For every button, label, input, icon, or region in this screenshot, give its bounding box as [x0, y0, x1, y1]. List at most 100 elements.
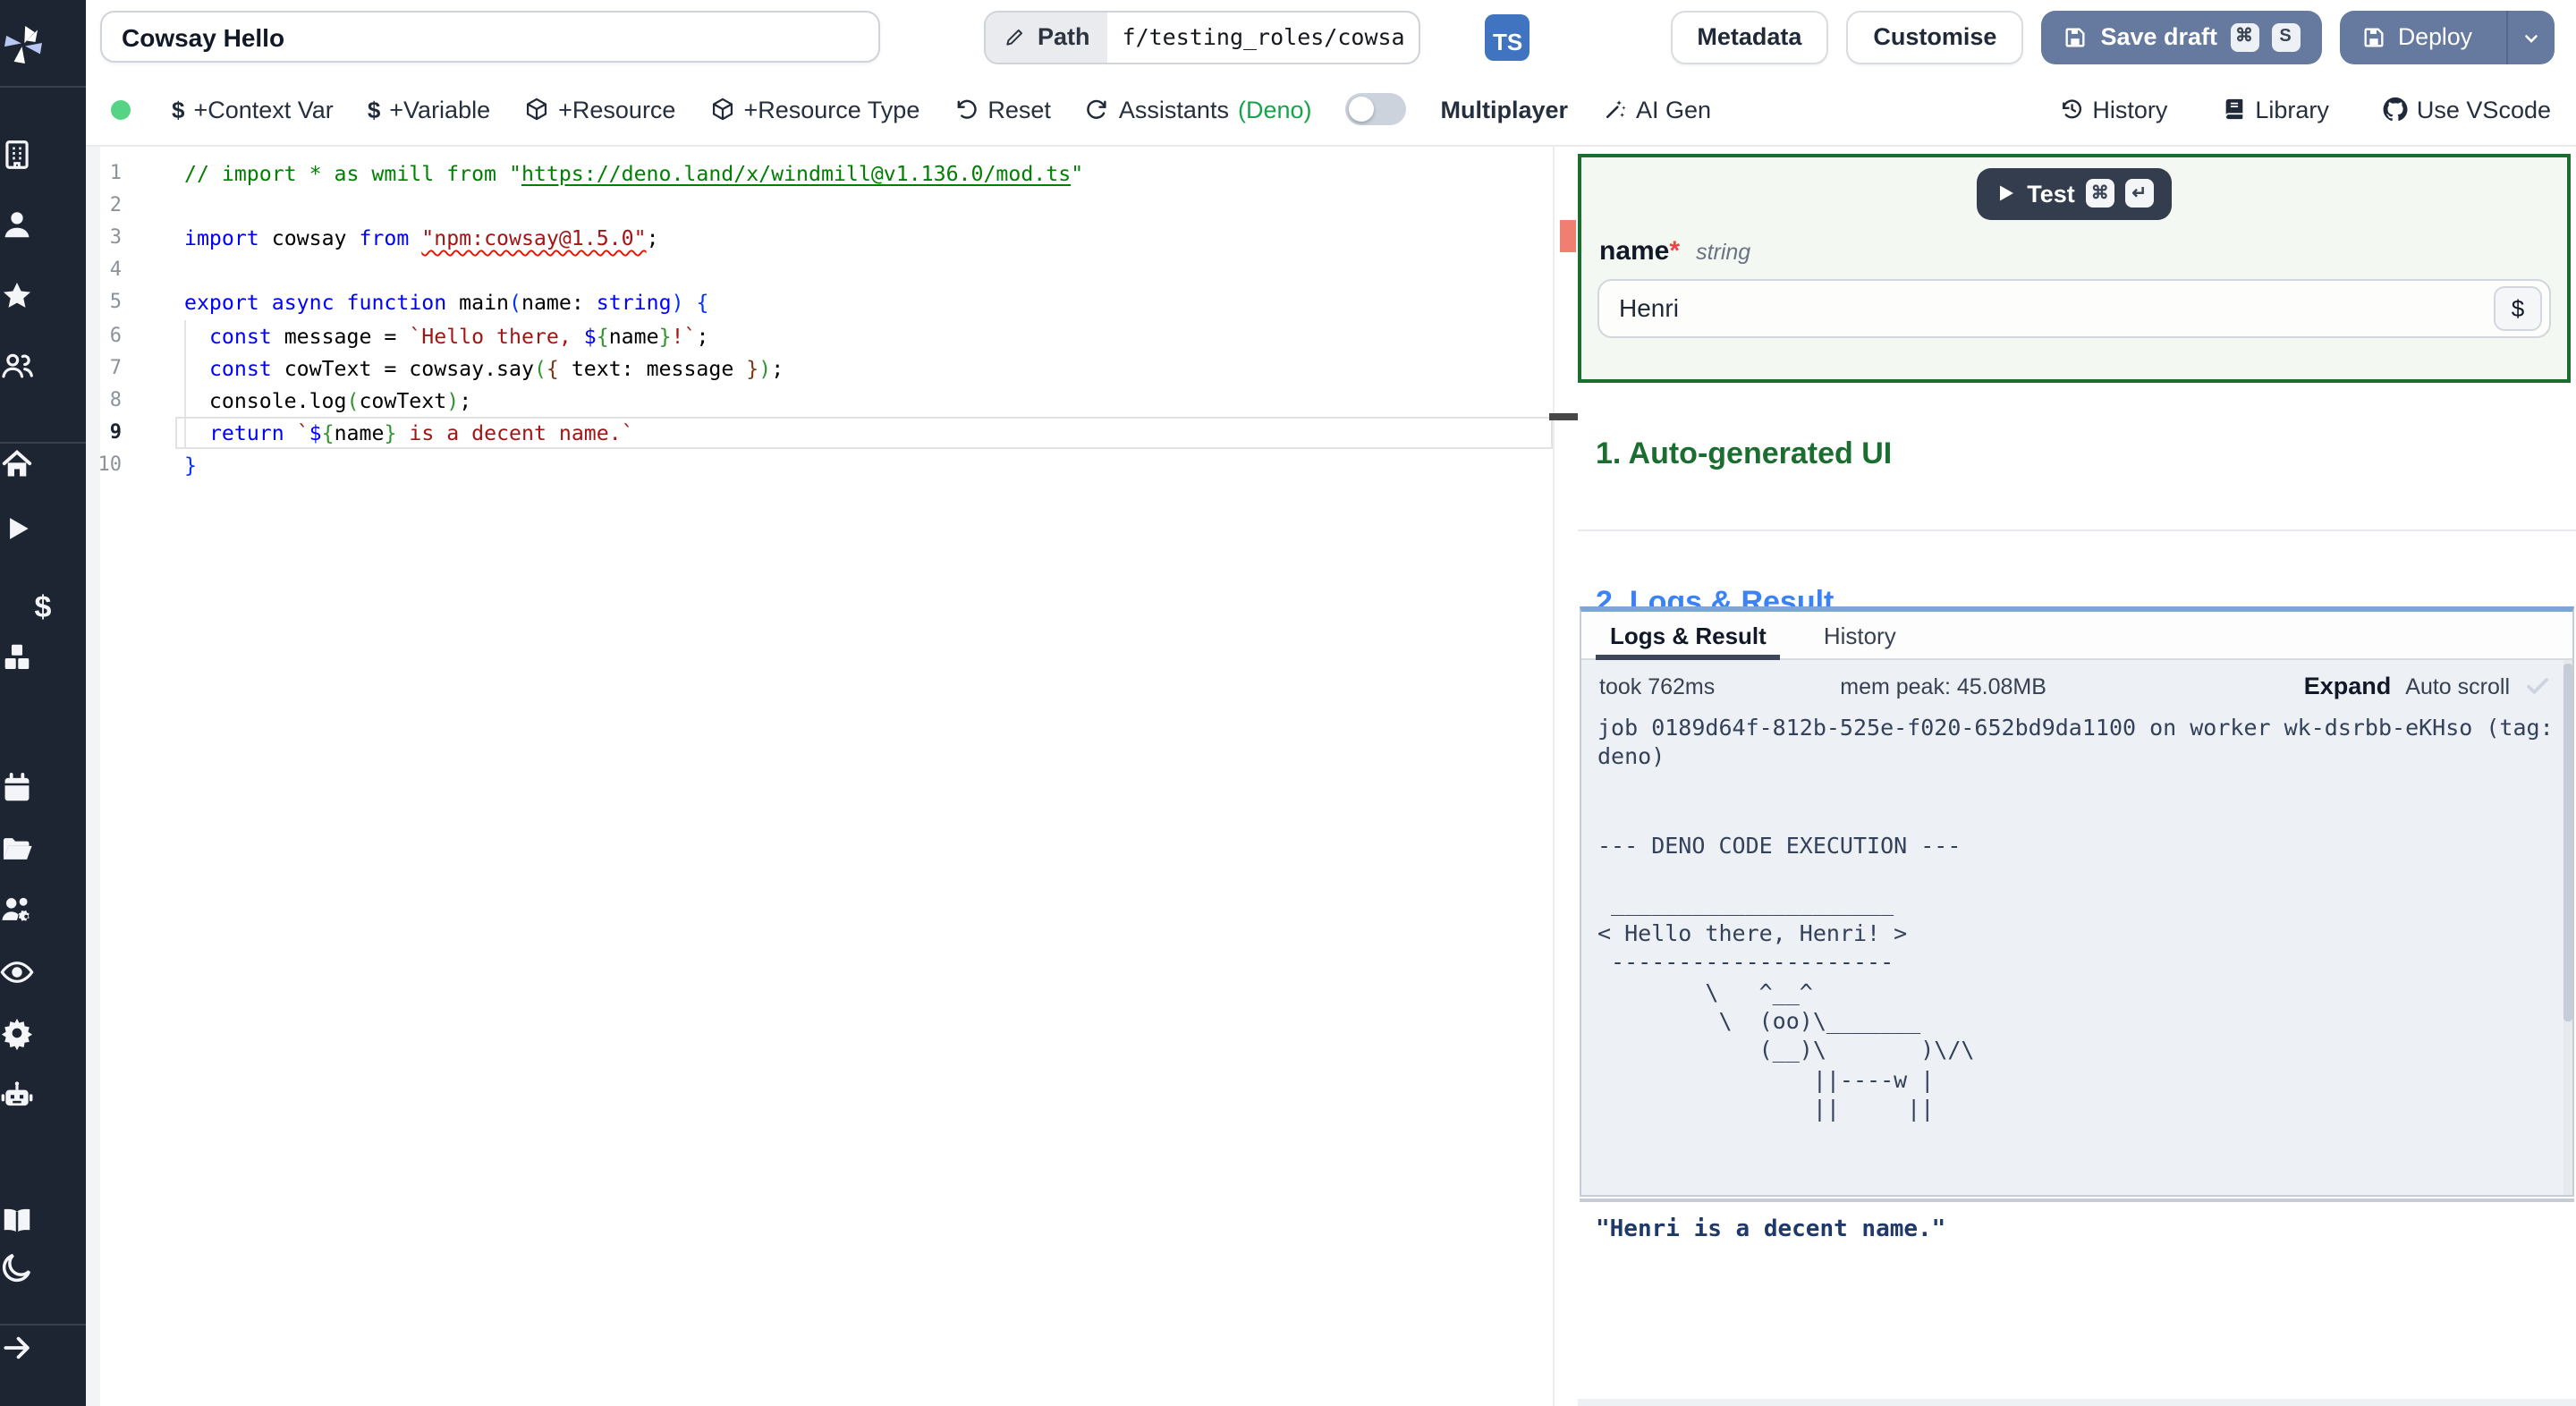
code-line[interactable]: 8 console.log(cowText);: [86, 385, 1578, 417]
groups-gear-icon[interactable]: [0, 893, 86, 953]
github-icon: [2383, 97, 2408, 122]
memory-stat: mem peak: 45.08MB: [1840, 673, 2046, 699]
metadata-button[interactable]: Metadata: [1670, 10, 1829, 64]
error-marker: [1560, 220, 1576, 252]
reset-label: Reset: [987, 96, 1051, 123]
assistants-label: Assistants: [1118, 96, 1229, 123]
library-button[interactable]: Library: [2221, 96, 2329, 123]
package-icon: [524, 97, 549, 122]
wand-icon: [1602, 97, 1627, 122]
name-input[interactable]: [1599, 293, 2549, 322]
workspace-building-icon[interactable]: [0, 138, 86, 199]
reset-button[interactable]: Reset: [953, 96, 1051, 123]
deploy-dropdown-button[interactable]: [2506, 10, 2555, 64]
user-icon[interactable]: [0, 208, 86, 268]
path-value[interactable]: f/testing_roles/cowsa: [1108, 12, 1419, 62]
customise-button[interactable]: Customise: [1846, 10, 2024, 64]
book-icon: [2221, 97, 2246, 122]
settings-gear-icon[interactable]: [0, 1016, 86, 1077]
code-line[interactable]: 7 const cowText = cowsay.say({ text: mes…: [86, 352, 1578, 385]
add-resource-type-button[interactable]: +Resource Type: [709, 96, 919, 123]
ai-gen-button[interactable]: AI Gen: [1602, 96, 1711, 123]
history-button[interactable]: History: [2058, 96, 2167, 123]
result-output: "Henri is a decent name.": [1596, 1216, 1946, 1243]
code-line[interactable]: 5 export async function main(name: string…: [86, 287, 1578, 319]
autoscroll-label[interactable]: Auto scroll: [2405, 673, 2510, 699]
line-content: // import * as wmill from "https://deno.…: [184, 160, 1084, 186]
code-line[interactable]: 1 // import * as wmill from "https://deno…: [86, 157, 1578, 189]
schedules-calendar-icon[interactable]: [0, 771, 86, 832]
arg-type-label: string: [1696, 239, 1751, 264]
path-group: Path f/testing_roles/cowsa: [984, 10, 1421, 64]
assistants-button[interactable]: Assistants (Deno): [1085, 96, 1312, 123]
tab-logs-result[interactable]: Logs & Result: [1595, 612, 1782, 660]
scrollbar-thumb[interactable]: [2563, 664, 2572, 1021]
variables-dollar-icon[interactable]: $: [0, 576, 86, 637]
logs-scrollbar: [2563, 660, 2572, 1195]
use-vscode-button[interactable]: Use VScode: [2383, 96, 2551, 123]
cursor-marker: [1549, 413, 1578, 420]
resources-cubes-icon[interactable]: [0, 640, 86, 701]
expand-button[interactable]: Expand: [2304, 673, 2392, 699]
section-divider: [1578, 529, 2576, 531]
insert-variable-button[interactable]: $: [2494, 286, 2542, 331]
sidebar-divider: [0, 1324, 86, 1326]
assistants-mode-label: (Deno): [1237, 96, 1312, 123]
add-context-var-button[interactable]: $ +Context Var: [172, 96, 334, 123]
windmill-logo-icon[interactable]: [0, 21, 86, 82]
add-variable-button[interactable]: $ +Variable: [368, 96, 490, 123]
script-title-input[interactable]: [100, 11, 880, 63]
logs-tabs: Logs & Result History: [1581, 612, 2572, 660]
runs-play-icon[interactable]: [0, 512, 86, 572]
workers-robot-icon[interactable]: [0, 1079, 86, 1139]
run-stats-row: took 762ms mem peak: 45.08MB Expand Auto…: [1581, 660, 2572, 699]
check-icon[interactable]: [2524, 673, 2551, 699]
save-draft-button[interactable]: Save draft ⌘ S: [2041, 10, 2321, 64]
folders-icon[interactable]: [0, 832, 86, 893]
line-content: const cowText = cowsay.say({ text: messa…: [208, 355, 784, 381]
test-label: Test: [2027, 180, 2075, 207]
add-context-var-label: +Context Var: [193, 96, 334, 123]
editor-toolbar: $ +Context Var $ +Variable +Resource +Re…: [86, 73, 2576, 147]
multiplayer-toggle[interactable]: [1345, 93, 1407, 125]
add-resource-button[interactable]: +Resource: [524, 96, 675, 123]
save-icon: [2063, 24, 2088, 49]
line-number: 2: [109, 192, 122, 216]
audit-eye-icon[interactable]: [0, 955, 86, 1016]
code-lines[interactable]: 1 // import * as wmill from "https://deno…: [86, 157, 1578, 482]
add-resource-label: +Resource: [558, 96, 676, 123]
favorites-star-icon[interactable]: [0, 279, 86, 340]
duration-stat: took 762ms: [1599, 673, 1716, 699]
tab-history[interactable]: History: [1824, 612, 1896, 658]
home-icon[interactable]: [0, 447, 86, 508]
test-button[interactable]: Test ⌘ ↵: [1977, 167, 2172, 219]
ai-gen-label: AI Gen: [1636, 96, 1712, 123]
code-line[interactable]: 6 const message = `Hello there, ${name}!…: [86, 319, 1578, 352]
dollar-icon: $: [172, 96, 185, 123]
bottom-splitter[interactable]: [1578, 1399, 2576, 1406]
result-panel: "Henri is a decent name.": [1580, 1198, 2574, 1399]
line-number: 1: [109, 160, 122, 184]
log-output: job 0189d64f-812b-525e-f020-652bd9da1100…: [1597, 714, 2554, 1122]
code-line[interactable]: 2: [86, 190, 1578, 222]
code-line[interactable]: 10}: [86, 450, 1578, 482]
code-editor[interactable]: 1 // import * as wmill from "https://deno…: [86, 147, 1578, 1406]
app-window: $ Path f/testing_roles/cowsa TS Metadata: [0, 0, 2576, 1406]
dark-mode-moon-icon[interactable]: [0, 1250, 86, 1311]
chevron-down-icon: [2521, 26, 2542, 47]
deploy-button[interactable]: Deploy: [2339, 10, 2494, 64]
sidebar-divider: [0, 442, 86, 444]
code-line[interactable]: 4: [86, 255, 1578, 287]
deploy-save-icon: [2360, 24, 2385, 49]
overview-ruler: [1553, 147, 1555, 1406]
play-icon: [1995, 182, 2016, 204]
edit-path-button[interactable]: Path: [986, 12, 1108, 62]
code-line[interactable]: 3 import cowsay from "npm:cowsay@1.5.0";: [86, 222, 1578, 254]
deploy-split-button: Deploy: [2339, 10, 2555, 64]
line-content: console.log(cowText);: [184, 388, 472, 413]
code-line[interactable]: 9 return `${name} is a decent name.`: [86, 417, 1578, 449]
save-draft-label: Save draft: [2100, 23, 2217, 50]
add-variable-label: +Variable: [389, 96, 491, 123]
user-group-icon[interactable]: [0, 349, 86, 410]
expand-sidebar-arrow-icon[interactable]: [0, 1331, 86, 1392]
